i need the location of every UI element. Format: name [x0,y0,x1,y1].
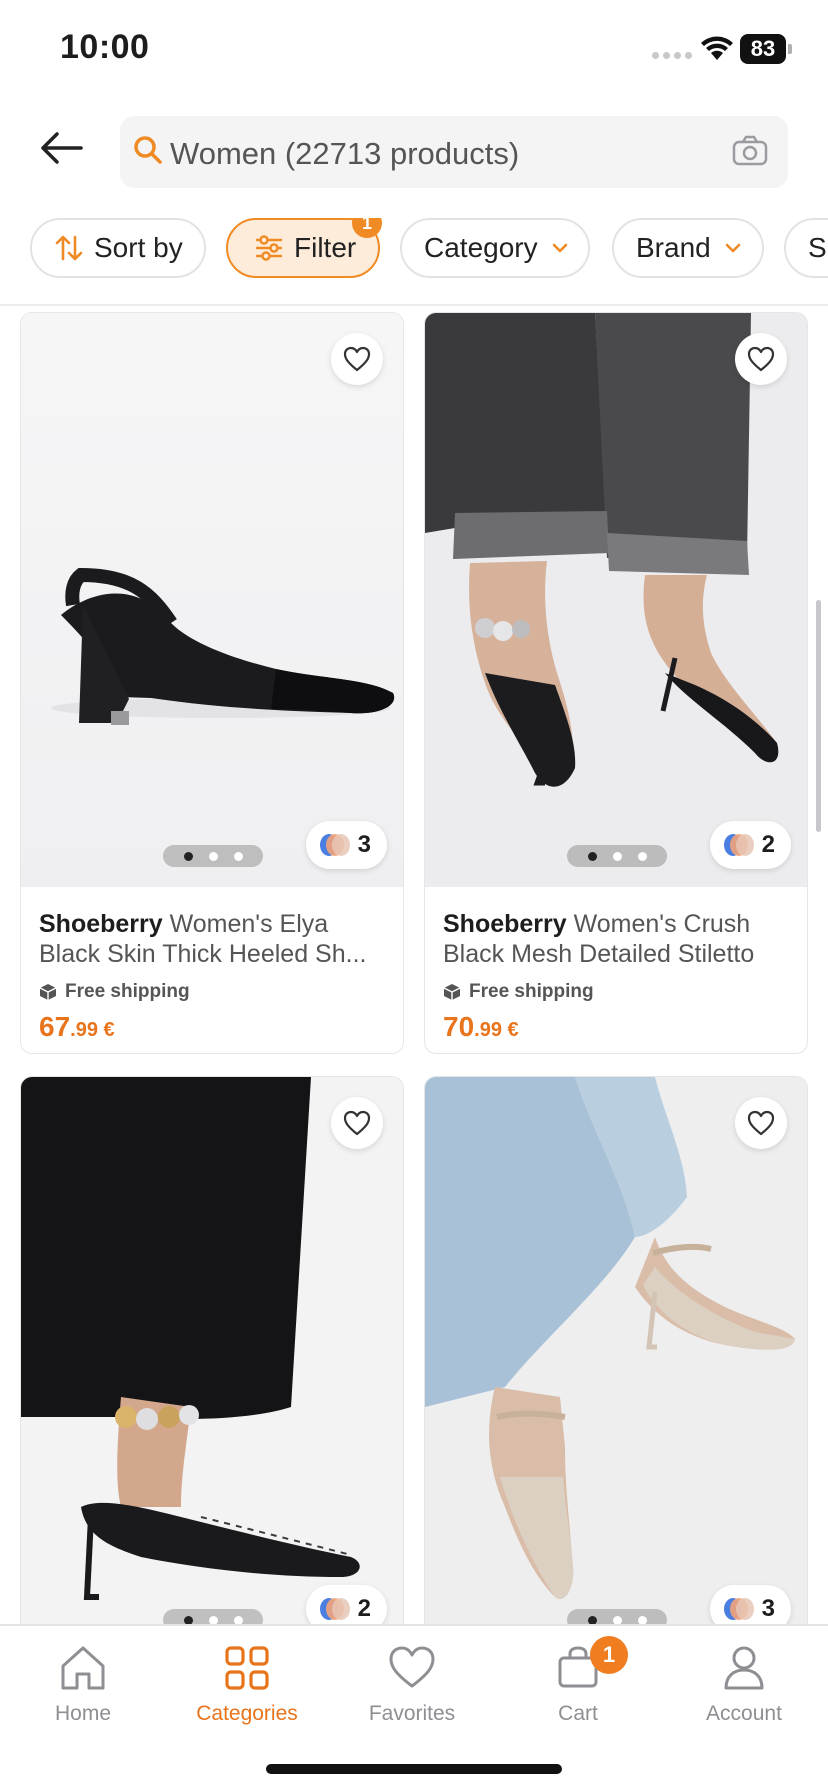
status-time: 10:00 [60,28,150,66]
product-image[interactable]: 3 [21,313,403,887]
account-person-icon [724,1646,764,1690]
scrollbar[interactable] [816,600,821,832]
color-swatch-icon [319,834,350,856]
nav-favorites-label: Favorites [368,1702,456,1725]
chevron-down-icon [725,243,741,253]
filter-label: Filter [294,232,357,263]
home-icon [61,1646,105,1690]
back-button[interactable] [36,128,86,168]
image-pager [567,845,667,867]
filter-chip[interactable]: Filter 1 [226,218,382,278]
nav-cart-label: Cart [558,1702,598,1725]
color-swatch-icon [319,1598,350,1620]
shipping-label: Free shipping [469,981,594,1002]
product-card[interactable]: 2 [20,1076,404,1676]
wifi-icon [701,36,733,60]
heart-icon [747,1110,775,1136]
image-pager [163,845,263,867]
brand-chip[interactable]: Brand [612,218,764,278]
color-swatch-icon [723,1598,754,1620]
chevron-down-icon [552,243,567,253]
product-card[interactable]: 3 [424,1076,808,1676]
nav-categories-label: Categories [196,1702,298,1725]
nav-account-label: Account [706,1702,782,1725]
price-main: 70 [443,1011,475,1042]
product-title[interactable]: Shoeberry Women's Crush Black Mesh Detai… [443,909,783,969]
nav-categories[interactable]: Categories [167,1642,327,1726]
search-text: Women (22713 products) [170,136,520,171]
color-count: 2 [357,1595,371,1622]
price-rest: .99 € [474,1019,519,1041]
brand-label: Brand [636,232,711,263]
filter-icon [255,235,283,261]
size-label: Si [808,232,828,263]
package-icon [443,984,461,1000]
favorite-button[interactable] [735,1097,787,1149]
filter-count-badge: 1 [352,218,382,238]
product-brand: Shoeberry [39,910,163,938]
product-name-line1: Women's Crush [573,910,751,938]
shipping-info: Free shipping [443,981,594,1003]
product-title[interactable]: Shoeberry Women's Elya Black Skin Thick … [39,909,379,969]
price-rest: .99 € [70,1019,115,1041]
product-price: 67.99 € [39,1011,115,1043]
shipping-info: Free shipping [39,981,190,1003]
product-price: 70.99 € [443,1011,519,1043]
color-variants-badge[interactable]: 2 [709,821,791,869]
product-image[interactable]: 2 [425,313,807,887]
nav-favorites[interactable]: Favorites [332,1642,492,1726]
arrow-left-icon [41,132,83,164]
search-icon [134,136,162,164]
color-count: 3 [357,831,371,858]
nav-cart[interactable]: 1 Cart [498,1636,658,1726]
signal-icon [652,52,692,60]
search-input[interactable]: Women (22713 products) [120,116,788,188]
product-photo-black-slingback-heel [51,567,395,725]
cart-count-badge: 1 [590,1636,628,1674]
package-icon [39,984,57,1000]
category-label: Category [424,232,538,263]
sort-icon [55,235,83,261]
heart-icon [389,1646,435,1688]
product-image[interactable]: 2 [21,1077,403,1651]
product-photo-beige-pointed-heel [425,1077,795,1599]
favorite-button[interactable] [331,333,383,385]
home-indicator[interactable] [266,1764,562,1774]
size-chip[interactable]: Si [784,218,828,278]
product-card[interactable]: 3 Shoeberry Women's Elya Black Skin Thic… [20,312,404,1054]
product-brand: Shoeberry [443,910,567,938]
product-image[interactable]: 3 [425,1077,807,1651]
color-count: 3 [761,1595,775,1622]
divider [0,304,828,306]
color-swatch-icon [723,834,754,856]
product-photo-black-perforated-heel [21,1077,360,1600]
product-name-line1: Women's Elya [169,910,329,938]
heart-icon [343,346,371,372]
categories-grid-icon [225,1646,269,1690]
category-chip[interactable]: Category [400,218,590,278]
color-variants-badge[interactable]: 3 [305,821,387,869]
color-count: 2 [761,831,775,858]
sort-by-label: Sort by [94,232,183,263]
battery-icon: 83 [740,34,792,64]
price-main: 67 [39,1011,71,1042]
nav-home-label: Home [54,1702,112,1725]
product-name-line2: Black Mesh Detailed Stiletto [443,940,755,968]
nav-home[interactable]: Home [3,1642,163,1726]
filter-chips: Sort by Filter 1 Category Brand Si [30,218,828,278]
status-bar: 10:00 83 [0,0,828,100]
heart-icon [747,346,775,372]
favorite-button[interactable] [735,333,787,385]
sort-by-chip[interactable]: Sort by [30,218,206,278]
nav-account[interactable]: Account [664,1642,824,1726]
product-name-line2: Black Skin Thick Heeled Sh... [39,940,367,968]
shipping-label: Free shipping [65,981,190,1002]
product-card[interactable]: 2 Shoeberry Women's Crush Black Mesh Det… [424,312,808,1054]
heart-icon [343,1110,371,1136]
camera-icon[interactable] [732,134,768,168]
favorite-button[interactable] [331,1097,383,1149]
battery-level: 83 [740,34,786,64]
product-photo-black-mesh-stiletto [425,313,779,787]
